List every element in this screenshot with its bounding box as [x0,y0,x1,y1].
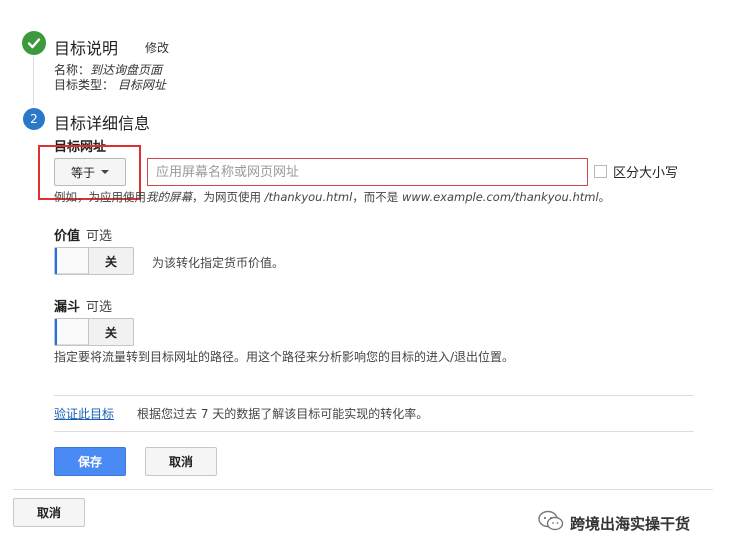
hint-web-example: /thankyou.html [264,190,353,204]
funnel-description: 指定要将流量转到目标网址的路径。用这个路径来分析影响您的目标的进入/退出位置。 [54,350,515,364]
hint-prefix: 例如，为应用使用 [54,190,146,204]
funnel-toggle-state: 关 [104,325,117,340]
match-type-selected-value: 等于 [70,165,95,180]
verify-description: 根据您过去 7 天的数据了解该目标可能实现的转化率。 [137,407,429,421]
wechat-icon [538,510,564,536]
hint-middle: ，为网页使用 [192,190,261,204]
step-cancel-button[interactable]: 取消 [145,447,217,476]
toggle-knob [57,248,89,274]
value-label-text: 价值 [54,229,81,244]
divider [54,431,694,432]
step1-type-label: 目标类型： [54,78,115,92]
case-sensitive-label: 区分大小写 [613,166,679,181]
step2-title: 目标详细信息 [54,114,151,133]
value-optional: 可选 [86,229,113,244]
funnel-optional: 可选 [86,300,113,315]
hint-suffix: 。 [598,190,611,204]
funnel-toggle[interactable]: 关 [54,318,134,346]
step1-type-value: 目标网址 [117,78,166,92]
step-complete-check-icon [22,31,46,55]
match-type-select[interactable]: 等于 [54,158,126,186]
watermark: 跨境出海实操干货 [538,510,690,536]
footer-divider [13,489,713,490]
funnel-label-text: 漏斗 [54,300,81,315]
step-connector [33,57,34,105]
value-toggle-state: 关 [104,254,117,269]
toggle-knob [57,319,89,345]
chevron-down-icon [101,170,109,174]
destination-url-input[interactable] [147,158,588,186]
funnel-label: 漏斗 可选 [54,296,112,315]
case-sensitive-checkbox[interactable] [594,165,607,178]
save-button[interactable]: 保存 [54,447,126,476]
step2-number-badge: 2 [23,108,45,130]
value-toggle[interactable]: 关 [54,247,134,275]
value-description: 为该转化指定货币价值。 [152,256,285,270]
step1-name-value: 到达询盘页面 [90,63,163,77]
step1-type-row: 目标类型： 目标网址 [54,76,166,93]
watermark-text: 跨境出海实操干货 [570,514,691,533]
value-label: 价值 可选 [54,225,112,244]
footer-cancel-button[interactable]: 取消 [13,498,85,527]
verify-goal-link[interactable]: 验证此目标 [54,405,114,422]
destination-hint: 例如，为应用使用我的屏幕，为网页使用 /thankyou.html，而不是 ww… [54,189,610,205]
divider [54,395,694,396]
step1-edit-link[interactable]: 修改 [145,39,169,56]
hint-bad-example: www.example.com/thankyou.html [401,190,599,204]
hint-middle2: ，而不是 [352,190,399,204]
step1-name-label: 名称： [54,63,91,77]
hint-app-example: 我的屏幕 [146,190,192,204]
step1-title: 目标说明 [54,39,119,58]
